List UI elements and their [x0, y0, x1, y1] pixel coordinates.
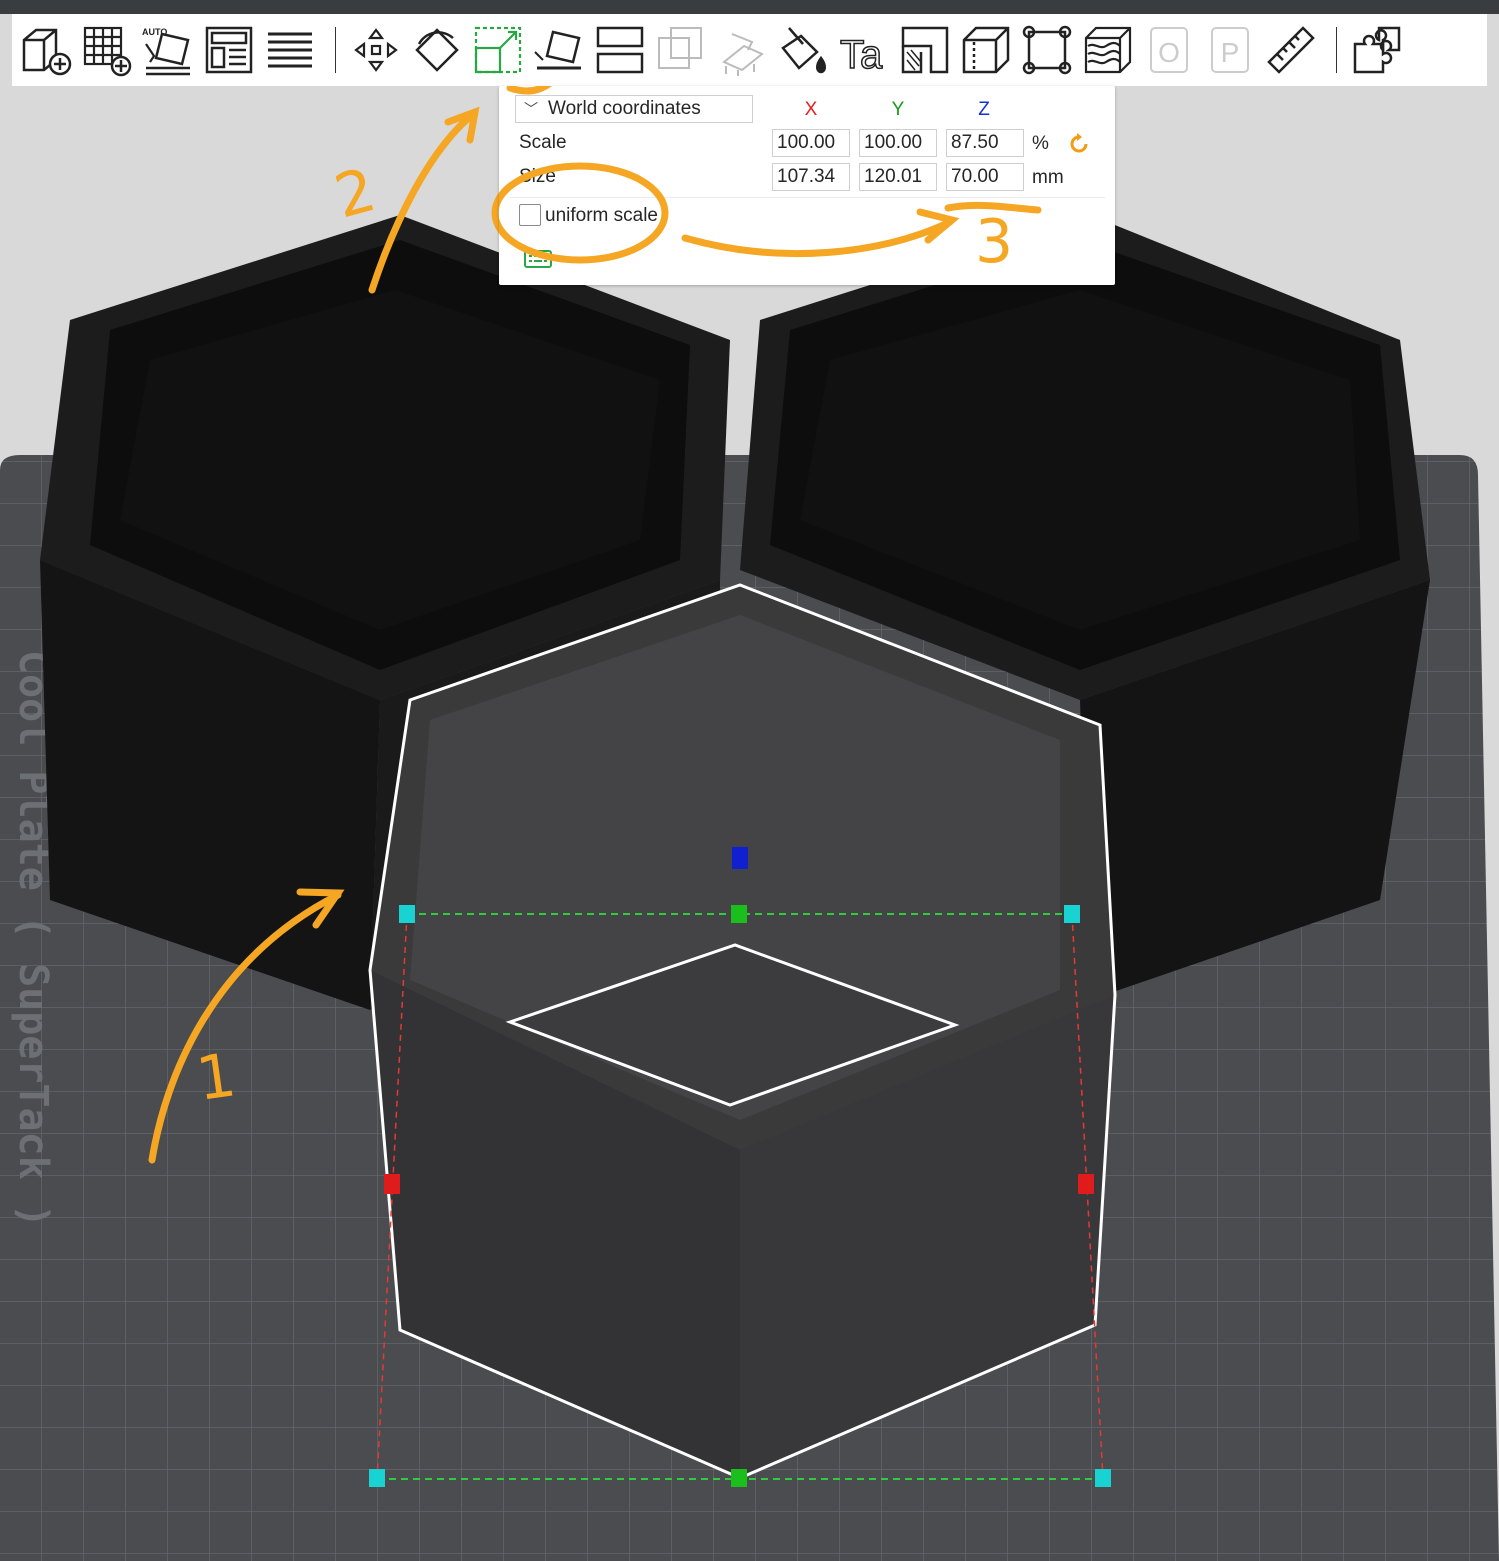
svg-text:P: P [1221, 37, 1240, 68]
layout-button[interactable] [201, 20, 257, 80]
axis-y-header: Y [891, 99, 905, 120]
cut-icon [596, 26, 644, 74]
coordinate-system-select[interactable]: ﹀ World coordinates [515, 95, 753, 123]
add-object-icon [22, 28, 72, 76]
toolbar-separator [335, 27, 336, 73]
uniform-scale-checkbox[interactable] [519, 204, 541, 226]
cut-button[interactable] [592, 20, 648, 80]
assembly-button[interactable] [1349, 20, 1405, 80]
layers-list-icon [268, 32, 312, 68]
move-button[interactable] [348, 20, 404, 80]
scale-handle-y[interactable] [731, 905, 747, 923]
assembly-icon [1353, 26, 1401, 74]
window-top-bar [0, 0, 1499, 14]
color-paint-icon [781, 27, 826, 74]
seam-painting-button[interactable] [958, 20, 1014, 80]
scale-label: Scale [519, 132, 567, 153]
placeholder-p-icon: P [1211, 27, 1249, 73]
boolean-icon [658, 27, 702, 69]
size-z-input[interactable] [946, 163, 1024, 191]
scale-y-input[interactable] [859, 129, 937, 157]
arrange-grid-icon [83, 26, 132, 77]
size-label: Size [519, 166, 556, 187]
scale-button[interactable] [470, 20, 526, 80]
annotation-number-3: 3 [975, 207, 1013, 277]
fit-bounds-button[interactable] [1019, 20, 1075, 80]
hex-bin-selected[interactable] [368, 583, 1117, 1480]
measure-corner-icon [901, 26, 949, 74]
color-paint-button[interactable] [775, 20, 831, 80]
scale-handle-x[interactable] [1078, 1174, 1094, 1194]
lay-on-face-button[interactable] [531, 20, 587, 80]
3d-viewport[interactable]: Cool Plate ( SuperTack ) 1 2 [0, 86, 1499, 1561]
annotation-underline [944, 201, 1042, 214]
size-y-input[interactable] [859, 163, 937, 191]
support-paint-icon [722, 33, 764, 76]
measure-corner-button[interactable] [897, 20, 953, 80]
placeholder-p-button[interactable]: P [1202, 20, 1258, 80]
scale-handle-corner[interactable] [369, 1469, 385, 1487]
size-x-input[interactable] [772, 163, 850, 191]
chevron-down-icon: ﹀ [524, 101, 538, 117]
svg-text:Ta: Ta [840, 33, 883, 77]
toolbar-separator [1336, 27, 1337, 73]
axis-z-header: Z [978, 99, 990, 120]
layers-button[interactable] [262, 20, 318, 80]
scale-handle-x[interactable] [384, 1174, 400, 1194]
boolean-button[interactable] [653, 20, 709, 80]
uniform-scale-label: uniform scale [545, 205, 658, 226]
scale-handle-corner[interactable] [399, 905, 415, 923]
keyboard-shortcuts-icon[interactable] [523, 246, 553, 270]
rotate-button[interactable] [409, 20, 465, 80]
ruler-icon [1267, 26, 1315, 74]
axis-x-header: X [804, 99, 818, 120]
variable-layer-button[interactable] [1080, 20, 1136, 80]
scale-icon [474, 26, 522, 74]
size-unit: mm [1032, 167, 1064, 188]
annotation-circle-scale [506, 86, 552, 95]
annotation-arrowhead [916, 208, 960, 244]
arrange-button[interactable] [79, 20, 135, 80]
move-icon [354, 28, 398, 72]
lay-on-face-icon [534, 30, 581, 70]
scale-handle-corner[interactable] [1095, 1469, 1111, 1487]
variable-layer-icon [1084, 26, 1132, 74]
panel-divider [509, 197, 1105, 198]
scale-handle-z[interactable] [732, 847, 748, 869]
annotation-arrow-3 [681, 218, 954, 258]
seam-painting-icon [962, 26, 1010, 74]
support-paint-button[interactable] [714, 20, 770, 80]
layout-panels-icon [205, 26, 253, 74]
scale-x-input[interactable] [772, 129, 850, 157]
ruler-button[interactable] [1263, 20, 1319, 80]
fit-bounds-icon [1022, 25, 1072, 75]
reset-scale-icon[interactable] [1067, 132, 1091, 156]
text-emboss-button[interactable]: Ta [836, 20, 892, 80]
scale-panel: ﹀ World coordinates X Y Z Scale % Size m… [499, 86, 1115, 285]
coordinate-system-value: World coordinates [548, 98, 701, 119]
svg-text:O: O [1158, 37, 1180, 68]
auto-orient-icon: AUTO [142, 27, 190, 76]
placeholder-o-button[interactable]: O [1141, 20, 1197, 80]
placeholder-o-icon: O [1150, 27, 1188, 73]
main-toolbar: AUTO Ta O P [12, 14, 1487, 86]
add-object-button[interactable] [18, 20, 74, 80]
scale-unit: % [1032, 133, 1049, 154]
rotate-icon [415, 28, 459, 72]
scale-handle-corner[interactable] [1064, 905, 1080, 923]
scale-z-input[interactable] [946, 129, 1024, 157]
auto-orient-button[interactable]: AUTO [140, 20, 196, 80]
scale-handle-y[interactable] [731, 1469, 747, 1487]
text-emboss-icon: Ta [839, 32, 884, 78]
